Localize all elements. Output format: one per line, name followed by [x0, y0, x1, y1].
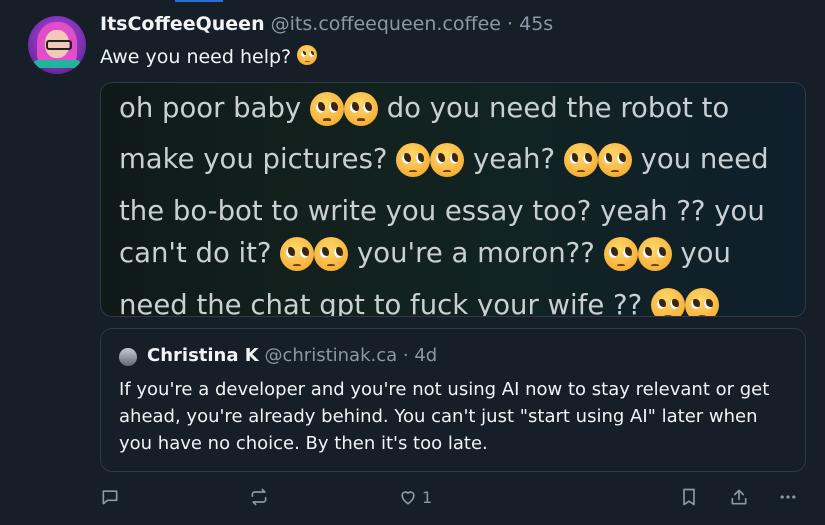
- image-text-line: make you pictures?: [119, 143, 388, 176]
- more-icon: [780, 495, 796, 499]
- like-button[interactable]: 1: [398, 485, 432, 509]
- like-count: 1: [422, 487, 433, 507]
- post-header: ItsCoffeeQueen @its.coffeequeen.coffee ·…: [100, 13, 553, 35]
- repost-button[interactable]: [249, 485, 269, 509]
- image-text-line: you: [680, 237, 731, 270]
- author-avatar[interactable]: [28, 16, 86, 74]
- image-text-line: need the chat gpt to fuck your wife ??: [119, 288, 643, 317]
- author-display-name[interactable]: ItsCoffeeQueen: [100, 13, 265, 35]
- pleading-face-emoji-icon: [603, 237, 638, 284]
- more-options-button[interactable]: [778, 485, 798, 509]
- pleading-face-emoji-icon: [684, 288, 719, 316]
- pleading-face-emoji-icon: [637, 237, 672, 284]
- quoted-header-separator: ·: [402, 345, 409, 366]
- pleading-face-emoji-icon: [430, 142, 465, 190]
- reply-button[interactable]: [100, 485, 120, 509]
- pleading-face-emoji-icon: [314, 237, 349, 284]
- pleading-face-emoji-icon: [396, 142, 431, 190]
- header-separator: ·: [507, 13, 514, 35]
- share-icon: [731, 489, 747, 505]
- image-text-line: can't do it?: [119, 237, 272, 270]
- image-text-line: do you need the robot to: [386, 92, 730, 124]
- pleading-face-emoji-icon: [650, 288, 685, 316]
- pleading-face-emoji-icon: [597, 142, 632, 190]
- pleading-face-emoji-icon: [280, 237, 315, 284]
- post-text: Awe you need help?: [100, 45, 318, 70]
- quoted-post[interactable]: Christina K @christinak.ca · 4d If you'r…: [100, 328, 806, 472]
- image-text-line: you're a moron??: [357, 237, 595, 270]
- pleading-face-emoji-icon: [563, 142, 598, 190]
- bookmark-icon: [683, 488, 695, 506]
- repost-icon: [251, 488, 267, 506]
- quoted-post-timestamp[interactable]: 4d: [414, 345, 437, 366]
- image-text-line: yeah?: [473, 143, 556, 176]
- image-text-line: you need: [640, 143, 769, 176]
- share-button[interactable]: [729, 485, 749, 509]
- author-handle[interactable]: @its.coffeequeen.coffee: [271, 13, 501, 35]
- quoted-author-avatar[interactable]: [119, 348, 137, 366]
- pleading-face-emoji-icon: [297, 45, 318, 70]
- active-indicator: [175, 0, 223, 2]
- heart-icon: [401, 491, 415, 505]
- image-text-block: oh poor baby do you need the robot to ma…: [119, 87, 791, 317]
- quoted-post-header: Christina K @christinak.ca · 4d: [147, 345, 437, 366]
- image-text-line: oh poor baby: [119, 92, 302, 124]
- post-text-content: Awe you need help?: [100, 46, 292, 68]
- image-text-line: the bo-bot to write you essay too? yeah …: [119, 194, 765, 227]
- pleading-face-emoji-icon: [343, 91, 378, 139]
- reply-icon: [102, 490, 118, 505]
- quoted-author-handle[interactable]: @christinak.ca: [264, 345, 397, 366]
- post-timestamp[interactable]: 45s: [519, 13, 553, 35]
- quoted-post-text: If you're a developer and you're not usi…: [119, 379, 770, 454]
- quoted-author-display-name[interactable]: Christina K: [147, 345, 259, 366]
- bookmark-button[interactable]: [679, 485, 699, 509]
- post-actions: 1: [0, 485, 825, 511]
- post-image[interactable]: oh poor baby do you need the robot to ma…: [100, 82, 806, 317]
- pleading-face-emoji-icon: [309, 91, 344, 139]
